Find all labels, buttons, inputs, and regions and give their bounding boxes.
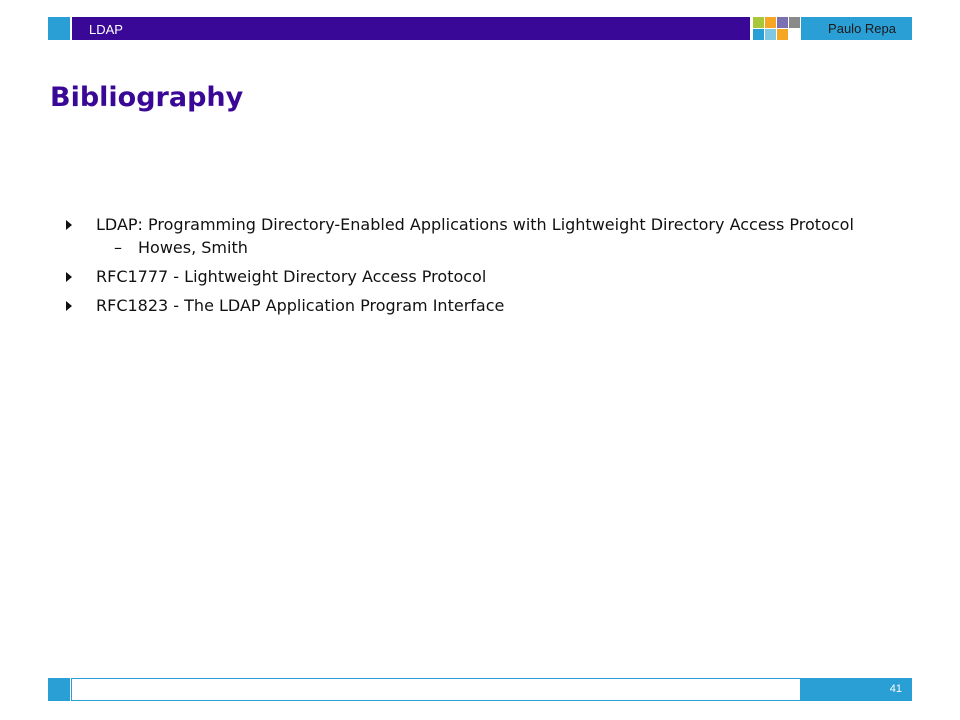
- list-item: RFC1823 - The LDAP Application Program I…: [66, 297, 886, 314]
- list-item-text: RFC1777 - Lightweight Directory Access P…: [96, 267, 487, 286]
- color-square: [777, 29, 788, 40]
- header-title: LDAP: [89, 22, 123, 37]
- bibliography-list: LDAP: Programming Directory-Enabled Appl…: [66, 216, 886, 326]
- header-right-block: Paulo Repa: [801, 17, 912, 40]
- color-square: [789, 29, 800, 40]
- sub-list-item: – Howes, Smith: [96, 239, 886, 256]
- page-title: Bibliography: [50, 82, 244, 113]
- header-bar: [72, 17, 750, 40]
- color-square: [753, 17, 764, 28]
- page-number: 41: [889, 683, 902, 695]
- triangle-bullet-icon: [66, 272, 72, 282]
- triangle-bullet-icon: [66, 220, 72, 230]
- color-square: [765, 17, 776, 28]
- color-square: [765, 29, 776, 40]
- color-square: [753, 29, 764, 40]
- list-item: RFC1777 - Lightweight Directory Access P…: [66, 268, 886, 285]
- list-item-text: RFC1823 - The LDAP Application Program I…: [96, 296, 505, 315]
- footer-left-block: [48, 678, 70, 701]
- dash-bullet: –: [114, 238, 122, 257]
- triangle-bullet-icon: [66, 301, 72, 311]
- color-square: [789, 17, 800, 28]
- list-item-text: LDAP: Programming Directory-Enabled Appl…: [96, 215, 854, 234]
- color-square: [777, 17, 788, 28]
- header-author: Paulo Repa: [828, 21, 896, 36]
- header-color-squares: [753, 17, 801, 41]
- header-left-block: [48, 17, 70, 40]
- footer-bar: [71, 678, 801, 701]
- footer-right-block: 41: [801, 678, 912, 701]
- list-item: LDAP: Programming Directory-Enabled Appl…: [66, 216, 886, 256]
- sub-list-item-text: Howes, Smith: [138, 238, 248, 257]
